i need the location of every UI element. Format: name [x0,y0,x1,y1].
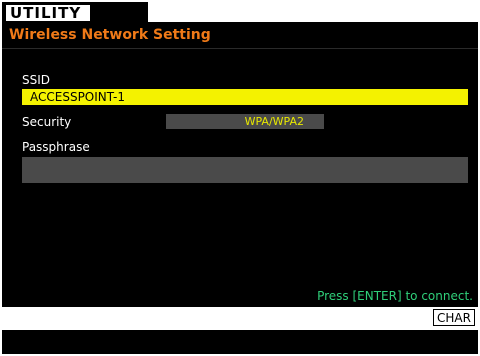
page-title: Wireless Network Setting [9,27,211,43]
utility-tab-label: UTILITY [6,5,90,21]
passphrase-label: Passphrase [22,140,90,154]
char-button[interactable]: CHAR [433,309,475,326]
utility-tab: UTILITY [2,2,148,22]
security-label: Security [22,115,72,129]
ssid-label: SSID [22,73,51,87]
security-field[interactable]: WPA/WPA2 [166,114,324,129]
function-bar: CHAR [2,307,478,330]
screen-header: Wireless Network Setting [2,22,478,49]
passphrase-field[interactable] [22,157,468,183]
utility-window: UTILITY Wireless Network Setting SSID AC… [0,0,480,356]
connect-hint: Press [ENTER] to connect. [317,289,473,303]
display-screen: Wireless Network Setting SSID ACCESSPOIN… [2,22,478,354]
ssid-field[interactable]: ACCESSPOINT-1 [22,89,468,105]
